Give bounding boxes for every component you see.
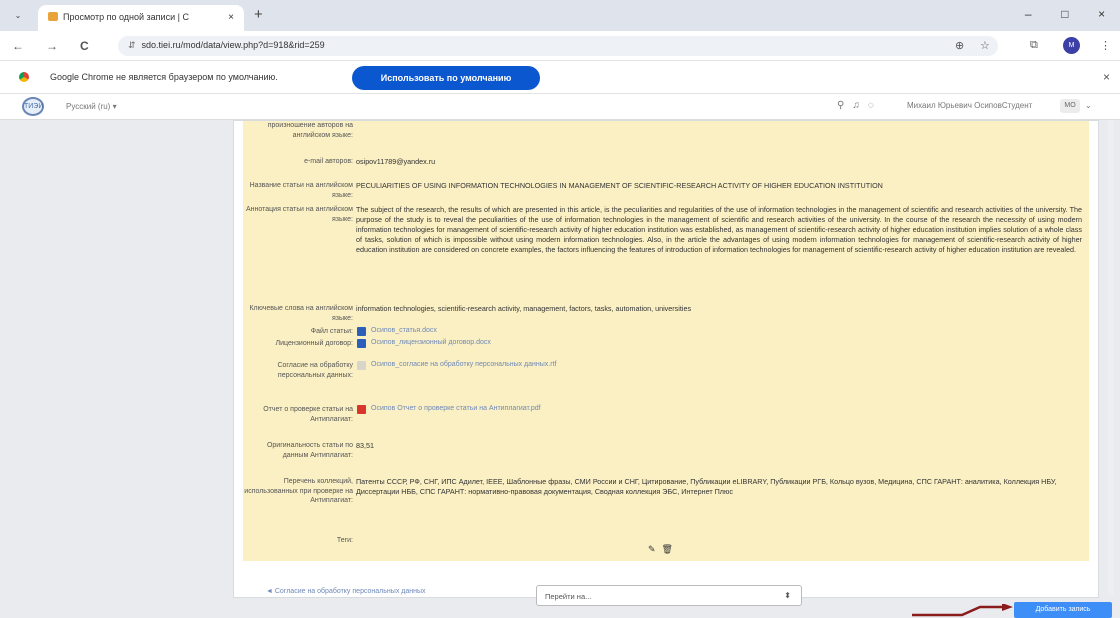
infobar-close-icon[interactable]: × [1103, 70, 1110, 84]
notification-bell-icon[interactable]: ♫ [852, 100, 868, 111]
site-header: ТИЭИ Русский (ru) ▾ ⚲♫◌ Михаил Юрьевич О… [0, 94, 1120, 120]
field-label: Ключевые слова на английском языке: [249, 305, 353, 322]
user-avatar[interactable]: MO [1060, 99, 1080, 113]
tab-strip: ⌄ Просмотр по одной записи | С × + – □ × [0, 0, 1120, 31]
field-label: Согласие на обработку персональных данны… [277, 362, 353, 379]
chrome-logo-icon [18, 71, 30, 83]
url-text: sdo.tiei.ru/mod/data/view.php?d=918&rid=… [141, 40, 325, 50]
file-link-consent[interactable]: Осипов_согласие на обработку персональны… [371, 361, 556, 368]
extensions-icon[interactable]: ⧉ [1030, 39, 1038, 52]
language-menu[interactable]: Русский (ru) ▾ [66, 102, 117, 111]
forward-button[interactable]: → [46, 39, 58, 53]
field-label: Теги: [336, 537, 353, 544]
maximize-button[interactable]: □ [1061, 7, 1068, 21]
jump-to-select[interactable]: Перейти на... ⬍ [536, 585, 802, 606]
field-value-title-en: PECULIARITIES OF USING INFORMATION TECHN… [356, 181, 883, 190]
pdf-file-icon [357, 405, 366, 414]
word-file-icon [357, 327, 366, 336]
url-field[interactable]: ⇵ sdo.tiei.ru/mod/data/view.php?d=918&rid… [118, 36, 998, 56]
annotation-arrow [912, 604, 1013, 617]
profile-avatar[interactable]: M [1063, 37, 1080, 54]
delete-icon[interactable]: 🗑 [662, 544, 679, 554]
entry-card: произношение авторов на английском языке… [233, 120, 1099, 598]
tab-search-button[interactable]: ⌄ [8, 8, 28, 24]
field-label: Файл статьи: [310, 328, 353, 335]
field-value-originality: 83,51 [356, 441, 374, 450]
field-value-abstract-en: The subject of the research, the results… [356, 205, 1082, 254]
edit-icon[interactable]: ✎ [648, 544, 662, 554]
search-icon[interactable]: ⚲ [837, 100, 852, 111]
new-tab-button[interactable]: + [254, 6, 263, 23]
field-value-email: osipov11789@yandex.ru [356, 157, 436, 166]
file-link-article[interactable]: Осипов_статья.docx [371, 327, 437, 334]
left-drawer [10, 120, 238, 596]
user-menu-chevron-down-icon[interactable]: ⌄ [1085, 101, 1092, 110]
bookmark-star-icon[interactable]: ☆ [980, 39, 990, 52]
rtf-file-icon [357, 361, 366, 370]
toolbar: ← → C ⇵ sdo.tiei.ru/mod/data/view.php?d=9… [0, 31, 1120, 61]
field-label: Название статьи на английском языке: [249, 182, 353, 199]
tab-title: Просмотр по одной записи | С [63, 12, 189, 22]
page-content: произношение авторов на английском языке… [0, 120, 1120, 618]
field-value-collections: Патенты СССР, РФ, СНГ, ИПС Адилет, IEEE,… [356, 477, 1057, 496]
file-link-report[interactable]: Осипов Отчет о проверке статьи на Антипл… [371, 405, 541, 412]
field-label: произношение авторов на английском языке… [267, 122, 353, 139]
reload-button[interactable]: C [80, 39, 89, 53]
set-default-button[interactable]: Использовать по умолчанию [352, 66, 540, 90]
header-icons: ⚲♫◌ [837, 100, 882, 111]
jump-to-value: Перейти на... [545, 592, 592, 601]
zoom-icon[interactable]: ⊕ [955, 39, 964, 52]
infobar-message: Google Chrome не является браузером по у… [50, 72, 278, 82]
select-arrow-icon: ⬍ [784, 591, 791, 600]
field-label: Отчет о проверке статьи на Антиплагиат: [263, 406, 353, 423]
window-controls: – □ × [1010, 7, 1120, 21]
minimize-button[interactable]: – [1025, 7, 1032, 21]
database-entry: произношение авторов на английском языке… [243, 121, 1089, 561]
field-label: Аннотация статьи на английском языке: [245, 206, 353, 223]
browser-tab[interactable]: Просмотр по одной записи | С × [38, 5, 244, 31]
previous-activity-link[interactable]: ◄ Согласие на обработку персональных дан… [266, 588, 426, 595]
page-scrollbar[interactable] [1108, 120, 1114, 596]
word-file-icon [357, 339, 366, 348]
messages-icon[interactable]: ◌ [868, 100, 882, 111]
site-logo[interactable]: ТИЭИ [22, 97, 44, 116]
default-browser-infobar: Google Chrome не является браузером по у… [0, 61, 1120, 94]
window-close-button[interactable]: × [1098, 7, 1105, 21]
field-value-keywords-en: information technologies, scientific-res… [356, 304, 692, 313]
file-link-license[interactable]: Осипов_лицензионный договор.docx [371, 339, 491, 346]
user-name: Михаил Юрьевич ОсиповСтудент [907, 101, 1033, 110]
field-label: e-mail авторов: [304, 158, 353, 165]
field-label: Лицензионный договор: [275, 340, 353, 347]
tab-close-icon[interactable]: × [228, 12, 234, 23]
site-info-icon[interactable]: ⇵ [128, 40, 136, 50]
entry-actions: ✎🗑 [648, 544, 679, 555]
back-button[interactable]: ← [12, 39, 24, 53]
field-label: Перечень коллекций, использованных при п… [244, 478, 353, 505]
chrome-menu-icon[interactable]: ⋮ [1100, 39, 1111, 52]
field-label: Оригинальность статьи по данным Антиплаг… [266, 442, 353, 459]
add-entry-button[interactable]: Добавить запись [1014, 602, 1112, 618]
site-favicon-icon [48, 12, 58, 21]
